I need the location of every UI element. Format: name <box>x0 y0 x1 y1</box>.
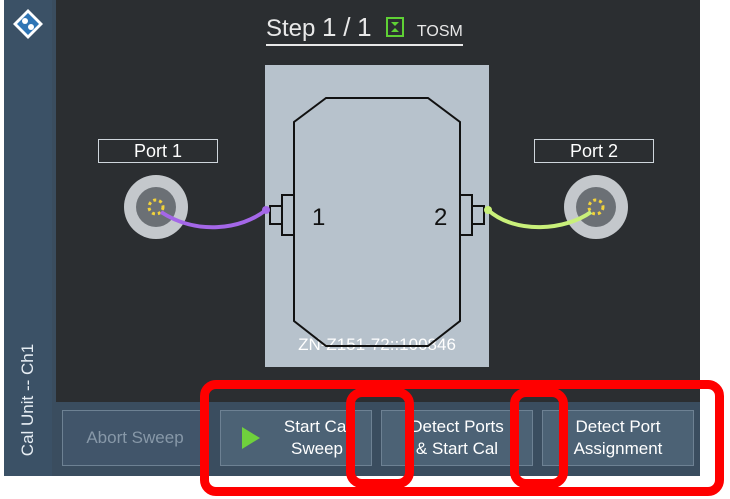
port1-connector-icon <box>124 175 188 239</box>
cable-diagram: 1 2 <box>124 97 628 347</box>
rohde-schwarz-logo-icon <box>13 9 43 39</box>
port2-connector-icon <box>564 175 628 239</box>
highlight-box-divider-left <box>346 388 414 488</box>
connector1-number: 1 <box>312 204 325 231</box>
side-bar: Cal Unit -- Ch1 <box>4 0 52 476</box>
sidebar-label: Cal Unit -- Ch1 <box>18 343 37 457</box>
connector2-icon <box>459 194 485 236</box>
connector1-icon <box>269 194 295 236</box>
calibration-canvas: Step 1 / 1 TOSM Port 1 Port 2 ZN-Z151-72… <box>56 0 700 402</box>
abort-sweep-label: Abort Sweep <box>86 428 184 447</box>
highlight-box-divider-right <box>510 388 568 488</box>
connector2-number: 2 <box>434 204 447 231</box>
highlight-box-buttons <box>200 380 724 496</box>
abort-sweep-button[interactable]: Abort Sweep <box>62 410 208 466</box>
